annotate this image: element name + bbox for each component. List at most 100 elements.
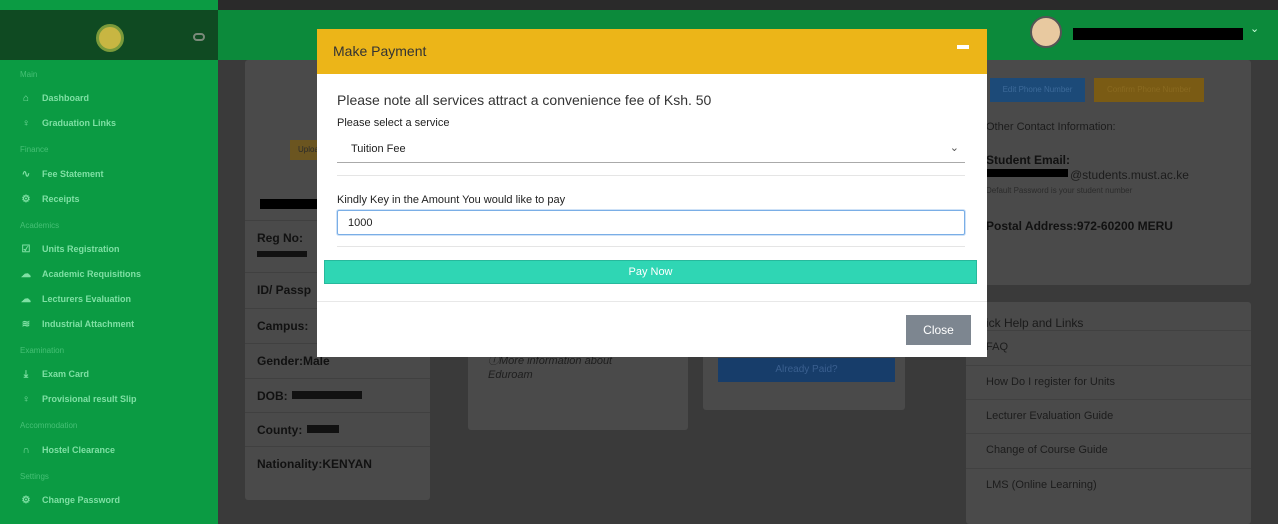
- other-contact-heading: Other Contact Information:: [986, 121, 1116, 133]
- sidebar: Main ⌂ Dashboard ♀ Graduation Links Fina…: [0, 0, 218, 524]
- sidebar-item-label: Provisional result Slip: [42, 394, 137, 404]
- help-link-label: Change of Course Guide: [986, 444, 1108, 456]
- sidebar-item-label: Dashboard: [42, 93, 90, 103]
- sidebar-item-label: Hostel Clearance: [42, 445, 116, 455]
- sidebar-item-dashboard[interactable]: ⌂ Dashboard: [20, 90, 89, 106]
- already-paid-button[interactable]: Already Paid?: [718, 358, 895, 382]
- dob-redacted: [292, 391, 362, 399]
- amount-input[interactable]: [337, 210, 965, 235]
- gear-icon: ⚙: [21, 494, 31, 506]
- help-link-label: How Do I register for Units: [986, 376, 1115, 388]
- section-label-academics: Academics: [20, 221, 60, 230]
- make-payment-modal: Make Payment Please note all services at…: [317, 29, 987, 357]
- sidebar-item-label: Receipts: [42, 194, 80, 204]
- section-label-main: Main: [20, 70, 38, 79]
- section-label-finance: Finance: [20, 145, 49, 154]
- email-redacted: [986, 169, 1068, 177]
- eduroam-info-link[interactable]: ⓘMore information about Eduroam: [488, 354, 613, 382]
- service-selected-value: Tuition Fee: [351, 143, 406, 155]
- reg-no-label: Reg No:: [257, 231, 303, 245]
- sidebar-item-provisional-result-slip[interactable]: ♀ Provisional result Slip: [20, 391, 137, 407]
- chevron-down-icon[interactable]: ⌄: [1250, 22, 1259, 35]
- sidebar-item-units-registration[interactable]: ☑ Units Registration: [20, 241, 120, 257]
- student-email-label: Student Email:: [986, 153, 1071, 167]
- postal-address: Postal Address:972-60200 MERU: [986, 219, 1173, 233]
- sidebar-item-label: Fee Statement: [42, 169, 104, 179]
- sidebar-item-industrial-attachment[interactable]: ≋ Industrial Attachment: [20, 316, 134, 332]
- university-logo: [96, 24, 124, 52]
- section-label-settings: Settings: [20, 472, 49, 481]
- sidebar-item-exam-card[interactable]: ⤓ Exam Card: [20, 366, 89, 382]
- modal-title: Make Payment: [333, 43, 427, 59]
- home-icon: ⌂: [22, 92, 30, 104]
- bulb-icon: ♀: [22, 393, 30, 405]
- section-label-accommodation: Accommodation: [20, 421, 78, 430]
- help-title: ick Help and Links: [986, 316, 1084, 330]
- help-link-label: LMS (Online Learning): [986, 479, 1097, 491]
- help-card: ick Help and Links FAQ How Do I register…: [966, 302, 1251, 524]
- section-label-examination: Examination: [20, 346, 65, 355]
- sidebar-item-fee-statement[interactable]: ∿ Fee Statement: [20, 166, 104, 182]
- sidebar-item-graduation-links[interactable]: ♀ Graduation Links: [20, 115, 116, 131]
- edit-phone-button[interactable]: Edit Phone Number: [990, 78, 1085, 102]
- help-link-change-course[interactable]: Change of Course Guide: [966, 433, 1251, 467]
- divider: [317, 301, 987, 302]
- sidebar-item-change-password[interactable]: ⚙ Change Password: [20, 492, 121, 508]
- campus-label: Campus:: [257, 319, 309, 333]
- divider: [337, 175, 965, 176]
- help-link-label: Lecturer Evaluation Guide: [986, 410, 1114, 422]
- checklist-icon: ☑: [21, 243, 31, 255]
- help-link-label: FAQ: [986, 341, 1009, 353]
- pulse-icon: ∿: [21, 168, 31, 180]
- email-domain: @students.must.ac.ke: [1070, 168, 1189, 182]
- avatar[interactable]: [1030, 16, 1062, 48]
- sidebar-brand: [0, 10, 218, 60]
- cloud-icon: ☁: [21, 268, 31, 280]
- convenience-fee-note: Please note all services attract a conve…: [337, 92, 712, 108]
- sidebar-toggle-icon[interactable]: [193, 33, 205, 41]
- confirm-phone-button[interactable]: Confirm Phone Number: [1094, 78, 1204, 102]
- bulb-icon: ♀: [22, 117, 30, 129]
- sidebar-item-academic-requisitions[interactable]: ☁ Academic Requisitions: [20, 266, 141, 282]
- sidebar-item-label: Exam Card: [42, 369, 90, 379]
- sidebar-item-receipts[interactable]: ⚙ Receipts: [20, 191, 80, 207]
- sidebar-item-label: Units Registration: [42, 244, 120, 254]
- chevron-down-icon: ⌄: [949, 142, 959, 154]
- modal-header: Make Payment: [317, 29, 987, 74]
- download-icon: ⤓: [23, 368, 29, 380]
- gear-icon: ⚙: [21, 193, 31, 205]
- sidebar-item-label: Academic Requisitions: [42, 269, 142, 279]
- layers-icon: ≋: [21, 318, 31, 330]
- help-link-register-units[interactable]: How Do I register for Units: [966, 365, 1251, 399]
- sidebar-item-lecturers-evaluation[interactable]: ☁ Lecturers Evaluation: [20, 291, 131, 307]
- help-link-lms[interactable]: LMS (Online Learning): [966, 468, 1251, 502]
- dob-label: DOB:: [257, 389, 288, 403]
- headphones-icon: ∩: [22, 444, 30, 456]
- county-redacted: [307, 425, 339, 433]
- help-link-lecturer-evaluation[interactable]: Lecturer Evaluation Guide: [966, 399, 1251, 433]
- default-password-note: Default Password is your student number: [986, 186, 1133, 195]
- sidebar-item-label: Industrial Attachment: [42, 319, 135, 329]
- amount-label: Kindly Key in the Amount You would like …: [337, 194, 566, 206]
- sidebar-item-hostel-clearance[interactable]: ∩ Hostel Clearance: [20, 442, 115, 458]
- service-select-label: Please select a service: [337, 117, 450, 129]
- reg-no-redacted: [257, 251, 307, 257]
- profile-row-nationality: Nationality:KENYAN: [245, 446, 430, 480]
- username-redacted[interactable]: [1073, 28, 1243, 40]
- divider: [337, 246, 965, 247]
- close-button[interactable]: Close: [906, 315, 971, 345]
- contact-card: Edit Phone Number Confirm Phone Number O…: [966, 60, 1251, 285]
- nationality-label: Nationality:KENYAN: [257, 457, 372, 471]
- profile-row-county: County:: [245, 412, 430, 446]
- profile-row-dob: DOB:: [245, 378, 430, 412]
- sidebar-item-label: Graduation Links: [42, 118, 117, 128]
- service-select[interactable]: Tuition Fee ⌄: [337, 137, 965, 163]
- minimize-icon[interactable]: [957, 45, 969, 49]
- sidebar-item-label: Change Password: [42, 495, 121, 505]
- county-label: County:: [257, 423, 303, 437]
- help-link-faq[interactable]: FAQ: [966, 330, 1251, 364]
- pay-now-button[interactable]: Pay Now: [324, 260, 977, 284]
- id-label: ID/ Passp: [257, 283, 312, 297]
- sidebar-item-label: Lecturers Evaluation: [42, 294, 132, 304]
- cloud-icon: ☁: [21, 293, 31, 305]
